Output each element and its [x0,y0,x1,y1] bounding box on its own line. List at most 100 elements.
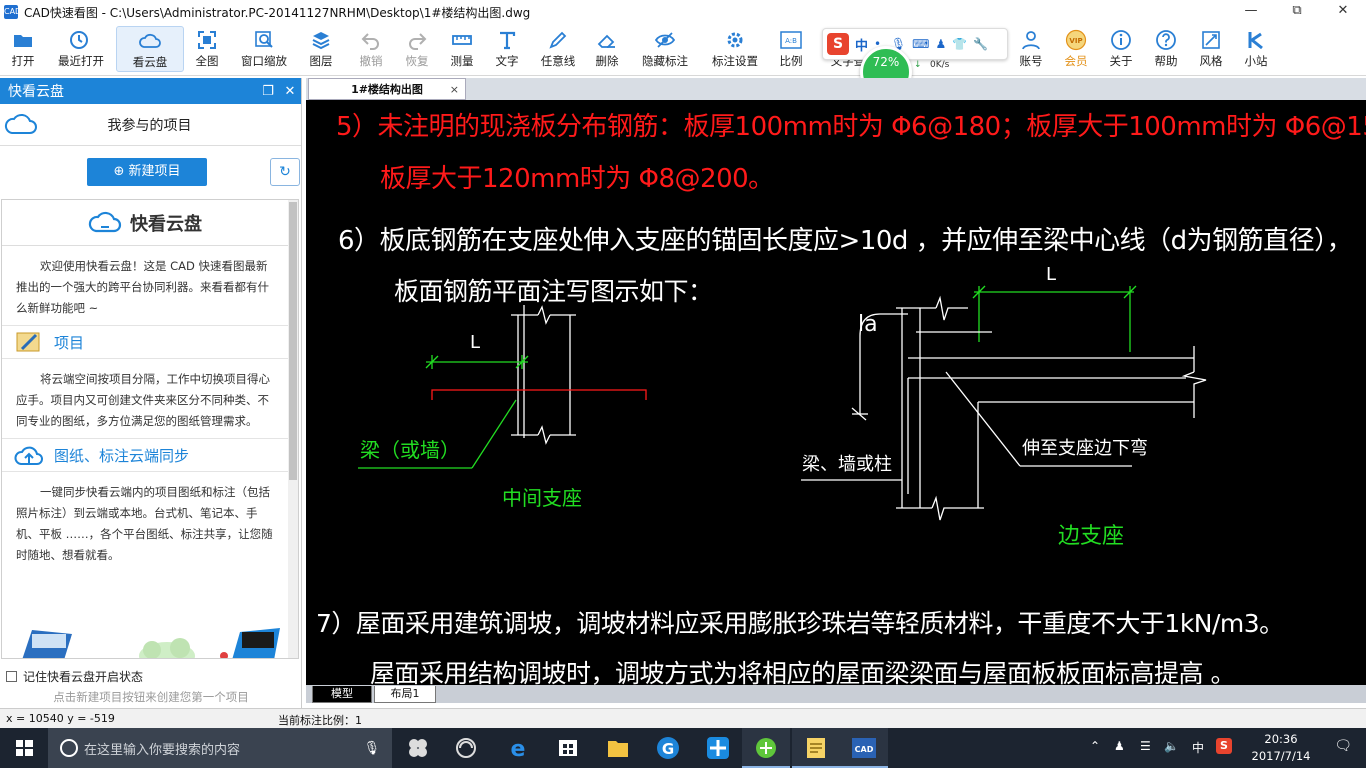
tray-chevron-icon[interactable]: ⌃ [1090,739,1100,753]
keyboard-icon[interactable]: ⌨ [912,37,929,51]
fullview-icon [198,31,216,49]
sync-button[interactable]: ↻ [270,158,300,186]
cloud-disk-button[interactable]: 看云盘 [116,26,184,72]
undo-button[interactable]: 撤销 [350,26,392,72]
skin-icon[interactable]: 👕 [952,37,967,51]
tray-ime-mode[interactable]: 中 [1192,739,1204,756]
account-button[interactable]: 账号 [1010,26,1052,72]
label-L-middle: L [470,332,481,353]
panel-float-icon[interactable]: ❐ [257,84,279,99]
hide-annotation-button[interactable]: 隐藏标注 [638,26,692,72]
drawing-canvas[interactable]: 5）未注明的现浇板分布钢筋：板厚100mm时为 Φ6@180；板厚大于100mm… [306,100,1366,685]
delete-button[interactable]: 删除 [586,26,628,72]
label-edge-support: 边支座 [1058,524,1125,549]
tab-layout1[interactable]: 布局1 [374,686,436,703]
section-sync-text: 一键同步快看云端内的项目图纸和标注（包括照片标注）到云端或本地。台式机、笔记本、… [16,485,273,562]
my-projects-row[interactable]: 我参与的项目 [0,104,301,146]
layout-tabs: 模型 布局1 [306,685,1366,703]
text-button[interactable]: 文字 [486,26,528,72]
plus-circle-icon: ⊕ [113,164,129,179]
cloud-icon [139,33,161,48]
wrench-icon[interactable]: 🔧 [973,37,988,51]
windows-taskbar: 在这里输入你要搜索的内容 🎙 e G CAD ⌃ ♟ ☰ 🔈 中 S 20:36… [0,728,1366,768]
cloud-panel: 快看云盘 ❐ ✕ 我参与的项目 ⊕ 新建项目 ↻ 快看云盘 欢迎使用快看云盘！这… [0,78,302,708]
fullview-button[interactable]: 全图 [186,26,228,72]
section-projects-heading: 项目 [2,325,288,359]
minimize-icon[interactable]: — [1228,0,1274,24]
label-la: la [858,312,878,337]
annotation-scale: 当前标注比例：1 [278,714,362,727]
recent-clock-icon [70,31,88,49]
system-tray: ⌃ ♟ ☰ 🔈 中 S 20:36 2017/7/14 🗨 [1086,728,1366,768]
tab-model[interactable]: 模型 [312,686,372,703]
edge-browser-icon: e [511,737,526,762]
taskbar-app-plane[interactable] [694,728,742,768]
taskbar-app-g[interactable]: G [644,728,692,768]
ime-mode[interactable]: 中 [855,35,868,54]
text-icon [500,31,516,50]
label-beam-or-wall: 梁（或墙） [360,438,460,462]
taskbar-edge[interactable]: e [494,728,542,768]
scale-button[interactable]: A:B 比例 [770,26,812,72]
vip-button[interactable]: VIP 会员 [1055,26,1097,72]
layers-button[interactable]: 图层 [300,26,342,72]
about-button[interactable]: 关于 [1100,26,1142,72]
annotation-settings-button[interactable]: 标注设置 [708,26,762,72]
close-icon[interactable]: ✕ [1320,0,1366,24]
taskbar-app-green[interactable] [742,728,790,768]
ime-toolbar[interactable]: S 中 •, 🎙 ⌨ ♟ 👕 🔧 [822,28,1008,60]
svg-text:CAD: CAD [855,745,874,754]
start-button[interactable] [0,728,48,768]
panel-close-icon[interactable]: ✕ [279,84,301,99]
note-line-7b: 屋面采用结构调坡时，调坡方式为将相应的屋面梁梁面与屋面板板面标高提高 。 [370,659,1235,685]
taskbar-store[interactable] [544,728,592,768]
notes-app-icon [807,738,825,758]
tab-close-icon[interactable]: × [450,83,459,96]
clock[interactable]: 20:36 2017/7/14 [1246,731,1316,765]
redo-button[interactable]: 恢复 [396,26,438,72]
help-button[interactable]: 帮助 [1145,26,1187,72]
remember-checkbox[interactable] [6,671,17,682]
taskbar-app-notes[interactable] [792,728,840,768]
swirl-app-icon [456,738,476,758]
taskbar-cad[interactable]: CAD [840,728,888,768]
microphone-icon[interactable]: 🎙 [363,741,380,756]
taskview-button[interactable] [394,728,442,768]
taskbar-search[interactable]: 在这里输入你要搜索的内容 🎙 [48,728,392,768]
taskbar-explorer[interactable] [594,728,642,768]
green-circle-app-icon [756,738,776,758]
window-zoom-button[interactable]: 窗口缩放 [238,26,290,72]
people-icon[interactable]: ♟ [1114,739,1125,753]
freeline-button[interactable]: 任意线 [535,26,581,72]
settings-icon [727,32,743,48]
label-middle-support: 中间支座 [502,486,582,510]
undo-icon [361,33,379,50]
measure-button[interactable]: 测量 [441,26,483,72]
style-button[interactable]: 风格 [1190,26,1232,72]
open-button[interactable]: 打开 [2,26,44,72]
main-toolbar: 打开 最近打开 看云盘 全图 窗口缩放 图层 撤销 恢复 测量 文字 任意线 删… [0,24,1366,76]
document-tab[interactable]: 1#楼结构出图 × [308,78,466,100]
volume-icon[interactable]: 🔈 [1164,739,1179,753]
status-bar: x = 10540 y = -519 当前标注比例：1 [0,708,1366,728]
station-button[interactable]: 小站 [1235,26,1277,72]
recent-open-button[interactable]: 最近打开 [58,26,104,72]
label-bend-down: 伸至支座边下弯 [1022,438,1148,459]
taskbar-app-swirl[interactable] [442,728,490,768]
label-L-edge: L [1046,264,1057,285]
remember-checkbox-row[interactable]: 记住快看云盘开启状态 [6,668,143,685]
svg-text:A:B: A:B [785,37,797,45]
notification-icon[interactable]: 🗨 [1334,738,1352,754]
network-icon[interactable]: ☰ [1140,739,1151,753]
new-project-button[interactable]: ⊕ 新建项目 [87,158,207,186]
user-ime-icon[interactable]: ♟ [935,37,946,51]
sogou-tray-icon[interactable]: S [1216,738,1232,754]
restore-icon[interactable]: ⧉ [1274,0,1320,24]
my-projects-label: 我参与的项目 [107,117,192,134]
scroll-thumb[interactable] [289,202,297,480]
scale-ab-icon: A:B [780,31,802,49]
app-window: CAD CAD快速看图 - C:\Users\Administrator.PC-… [0,0,1366,768]
taskview-icon [409,739,427,757]
info-scrollbar[interactable] [288,200,298,658]
search-placeholder: 在这里输入你要搜索的内容 [84,742,241,758]
